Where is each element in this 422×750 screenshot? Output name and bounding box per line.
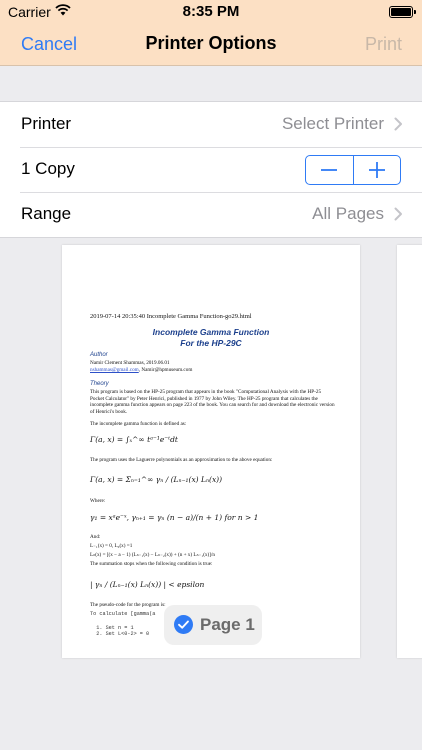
- equation-gamma-integral: Γ(a, x) = ∫ₓ^∞ tᵃ⁻¹e⁻ᵗdt: [90, 435, 178, 444]
- theory-heading: Theory: [90, 381, 109, 387]
- and-text: And:: [90, 534, 101, 540]
- copies-stepper: [305, 155, 401, 185]
- decrement-button[interactable]: [306, 156, 353, 184]
- minus-icon: [321, 169, 338, 171]
- where-text: Where:: [90, 498, 106, 504]
- preview-title-line1: Incomplete Gamma Function: [152, 327, 270, 337]
- printer-label: Printer: [21, 114, 72, 133]
- navigation-bar: Cancel Printer Options Print: [0, 24, 422, 66]
- copies-row: 1 Copy: [0, 147, 422, 192]
- battery-icon: [389, 6, 416, 18]
- range-label: Range: [21, 204, 72, 223]
- defined-text: The incomplete gamma function is defined…: [90, 421, 187, 427]
- author-heading: Author: [90, 352, 108, 358]
- range-row[interactable]: Range All Pages: [0, 192, 422, 237]
- clock-time: 8:35 PM: [182, 3, 240, 20]
- laguerre-recurrence: Lₙ(x) = [(x − a − 1) (Lₙ₋₁(x) − Lₙ₋₂(x))…: [90, 552, 216, 558]
- chevron-right-icon: [394, 117, 402, 131]
- range-value: All Pages: [312, 204, 384, 223]
- printer-value: Select Printer: [281, 114, 384, 133]
- cancel-button[interactable]: Cancel: [21, 34, 77, 55]
- page-badge-label: Page 1: [200, 615, 255, 634]
- author-email-link: nshammas@gmail.com: [90, 367, 139, 373]
- author-emails: nshammas@gmail.com, Namir@hpmuseum.com: [90, 367, 336, 374]
- preview-header: 2019-07-14 20:35:40 Incomplete Gamma Fun…: [90, 313, 252, 320]
- preview-title-line2: For the HP-29C: [180, 338, 242, 348]
- equation-gamma-series: Γ(a, x) = Σₙ₌₁^∞ γₙ / (Lₙ₋₁(x) Lₙ(x)): [90, 475, 223, 484]
- equation-gamma-terms: γ₁ = xᵃe⁻ˣ, γₙ₊₁ = γₙ (n − a)/(n + 1) fo…: [90, 513, 259, 522]
- page-preview[interactable]: 2019-07-14 20:35:40 Incomplete Gamma Fun…: [62, 245, 360, 658]
- laguerre-text: The program uses the Laguerre polynomial…: [90, 457, 273, 463]
- page-badge: Page 1: [164, 605, 262, 645]
- pseudo-code: To calculate [gamma(a 1. Set n = 1 2. Se…: [90, 611, 156, 638]
- increment-button[interactable]: [352, 156, 401, 184]
- author-name: Namir Clement Shammas, 2019.06.01: [90, 360, 170, 366]
- printer-options-list: Printer Select Printer 1 Copy Range All …: [0, 101, 422, 238]
- laguerre-initial: L₋₁(x) = 0, L₀(x) =1: [90, 543, 133, 549]
- checkmark-circle-icon: [174, 615, 193, 634]
- plus-icon: [368, 162, 385, 178]
- equation-stop-condition: | γₙ / (Lₙ₋₁(x) Lₙ(x)) | < epsilon: [90, 580, 205, 589]
- preview-title: Incomplete Gamma Function For the HP-29C: [62, 327, 360, 349]
- copies-label: 1 Copy: [21, 159, 75, 178]
- print-button[interactable]: Print: [365, 34, 402, 55]
- next-page-preview[interactable]: [397, 245, 422, 658]
- status-bar: Carrier 8:35 PM: [0, 0, 422, 24]
- theory-text: This program is based on the HP-25 progr…: [90, 389, 335, 415]
- printer-row[interactable]: Printer Select Printer: [0, 102, 422, 147]
- author-email-rest: , Namir@hpmuseum.com: [138, 367, 193, 373]
- stop-text: The summation stops when the following c…: [90, 561, 213, 567]
- chevron-right-icon: [394, 207, 402, 221]
